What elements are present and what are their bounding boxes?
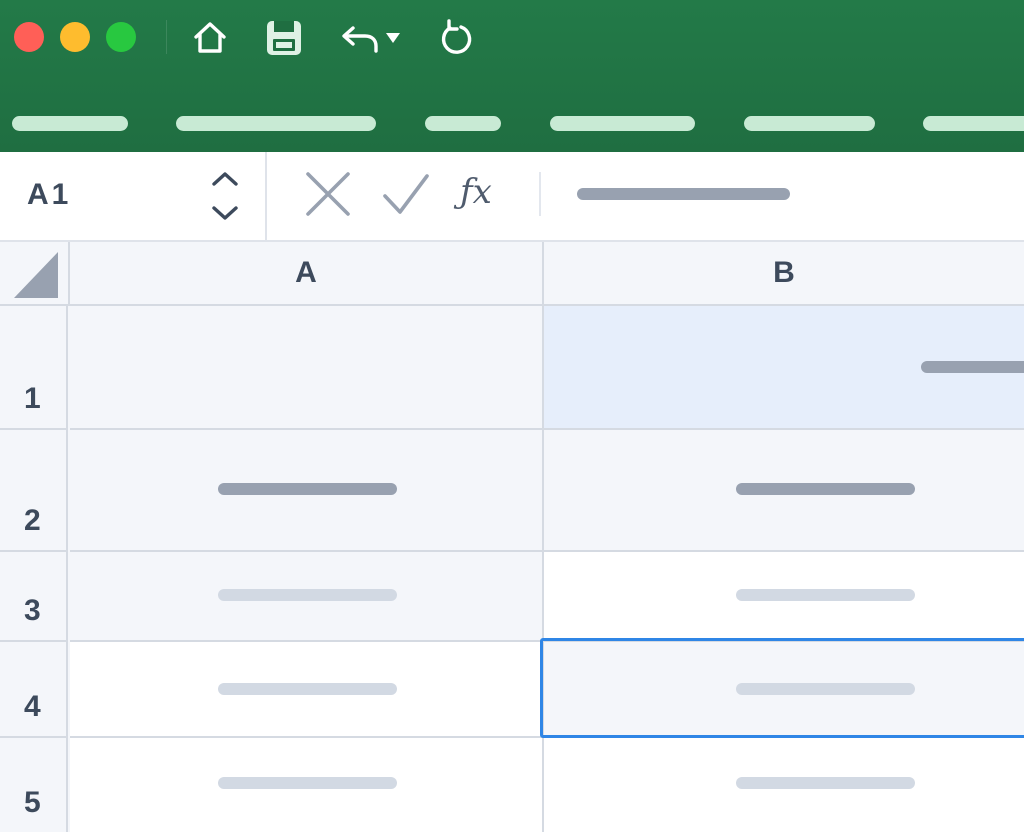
cell-a2[interactable] [70, 430, 544, 552]
name-box-stepper-icon[interactable] [208, 170, 242, 224]
cell-a4[interactable] [70, 642, 544, 738]
row-header-1[interactable]: 1 [0, 306, 68, 430]
redo-icon [441, 19, 472, 54]
spreadsheet-grid: A B 1 2 3 4 5 [0, 242, 1024, 832]
cell-content [736, 589, 915, 601]
row-header-2[interactable]: 2 [0, 430, 68, 552]
row-header-label: 4 [24, 690, 41, 723]
cell-b3[interactable] [544, 552, 1024, 642]
cell-content [218, 483, 397, 495]
ribbon-tab-2[interactable] [176, 116, 376, 131]
formula-input-content[interactable] [577, 188, 790, 200]
name-box-value: A1 [27, 178, 72, 211]
row-header-label: 1 [24, 382, 41, 415]
ribbon-tab-4[interactable] [550, 116, 695, 131]
column-header-label: B [773, 256, 795, 289]
ribbon-tab-1[interactable] [12, 116, 128, 131]
cell-a3[interactable] [70, 552, 544, 642]
home-button[interactable] [188, 16, 232, 60]
cell-a1[interactable] [70, 306, 544, 430]
formula-bar: A1 [0, 152, 1024, 242]
cell-a5[interactable] [70, 738, 544, 832]
close-window-button[interactable] [14, 22, 44, 52]
row-header-label: 5 [24, 786, 41, 819]
row-header-4[interactable]: 4 [0, 642, 68, 738]
row-header-3[interactable]: 3 [0, 552, 68, 642]
insert-function-button[interactable]: ƒx [460, 172, 492, 212]
cell-content [218, 777, 397, 789]
row-header-5[interactable]: 5 [0, 738, 68, 832]
ribbon-tab-6[interactable] [923, 116, 1024, 131]
ribbon-tab-3[interactable] [425, 116, 501, 131]
zoom-window-button[interactable] [106, 22, 136, 52]
cell-content [736, 777, 915, 789]
title-bar [0, 0, 1024, 152]
row-header-label: 2 [24, 504, 41, 537]
cell-content [218, 683, 397, 695]
save-button[interactable] [262, 16, 306, 60]
cell-content [736, 483, 915, 495]
cell-b5[interactable] [544, 738, 1024, 832]
cell-b1[interactable] [544, 306, 1024, 430]
redo-button[interactable] [434, 16, 478, 60]
column-header-label: A [295, 256, 317, 289]
select-all-corner[interactable] [0, 242, 70, 306]
cell-b2[interactable] [544, 430, 1024, 552]
column-header-b[interactable]: B [544, 242, 1024, 306]
column-header-a[interactable]: A [70, 242, 544, 306]
save-icon [267, 21, 301, 55]
confirm-edit-icon[interactable] [382, 172, 430, 216]
active-cell-selection [540, 638, 1024, 738]
cell-content [218, 589, 397, 601]
home-icon [194, 22, 226, 53]
undo-icon [342, 26, 378, 53]
formula-bar-divider [539, 172, 541, 216]
cell-content [921, 361, 1024, 373]
toolbar-divider [166, 20, 167, 54]
undo-dropdown-icon [386, 33, 400, 43]
undo-button[interactable] [338, 16, 382, 60]
row-header-label: 3 [24, 594, 41, 627]
undo-dropdown-button[interactable] [382, 16, 404, 60]
cancel-edit-icon[interactable] [304, 172, 352, 216]
ribbon-tab-5[interactable] [744, 116, 875, 131]
minimize-window-button[interactable] [60, 22, 90, 52]
name-box[interactable]: A1 [0, 152, 267, 240]
select-all-icon [14, 252, 58, 298]
